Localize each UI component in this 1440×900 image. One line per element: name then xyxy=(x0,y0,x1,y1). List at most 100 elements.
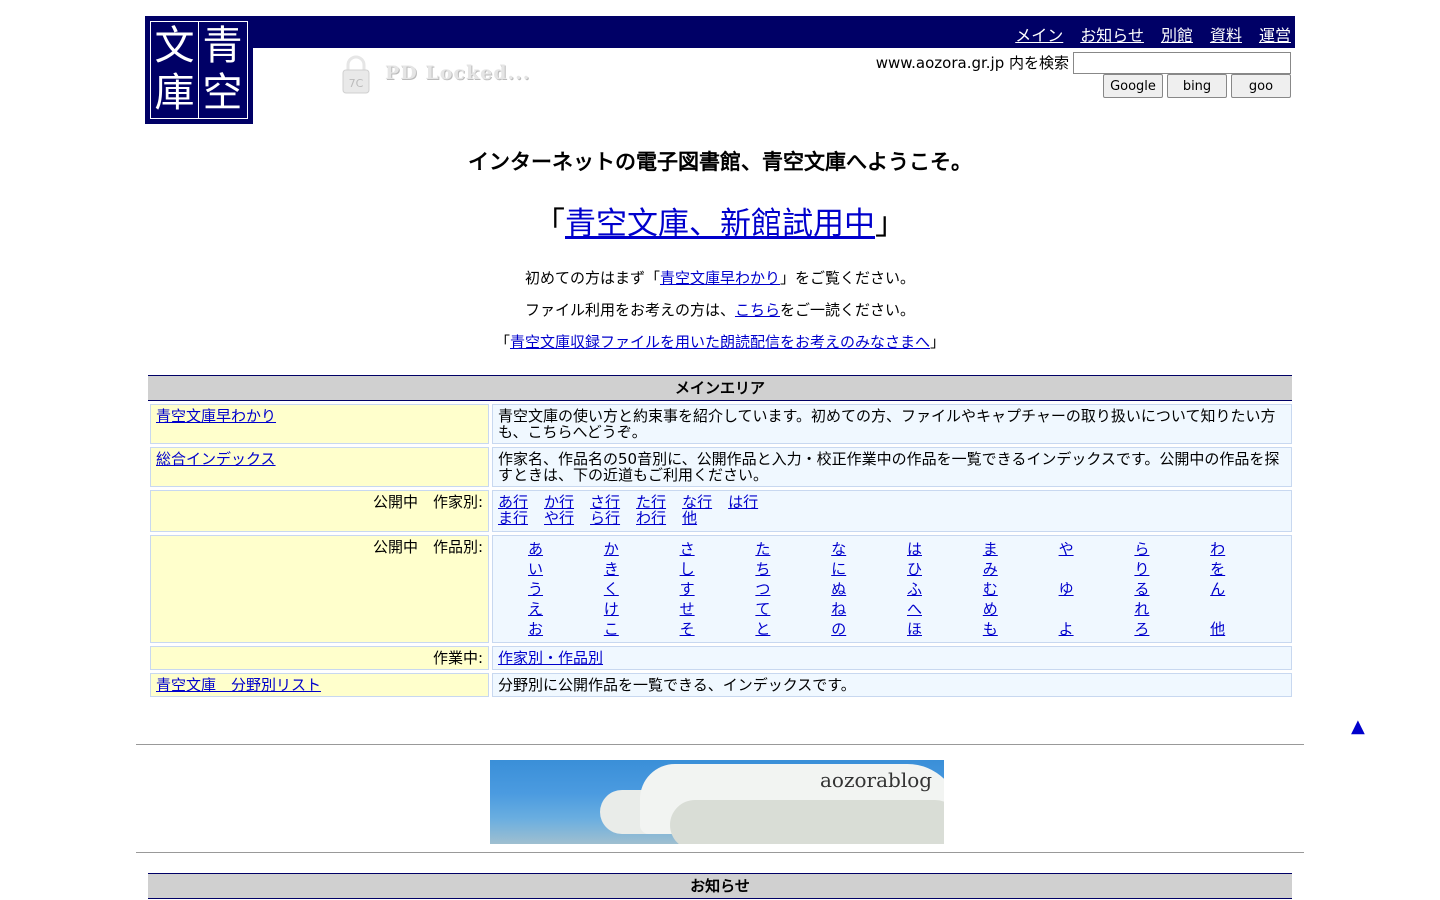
kana-link[interactable]: ま xyxy=(983,540,998,558)
kana-link[interactable]: ち xyxy=(755,560,770,578)
aozorablog-banner[interactable]: aozorablog xyxy=(490,760,944,844)
kana-link[interactable]: な xyxy=(831,540,846,558)
divider xyxy=(136,852,1304,853)
kana-link[interactable]: は xyxy=(907,540,922,558)
google-search-button[interactable]: Google xyxy=(1103,74,1163,98)
kana-cell: ふ xyxy=(907,579,983,599)
kana-link[interactable]: れ xyxy=(1134,600,1149,618)
logo-char: 文 xyxy=(154,23,195,69)
message-text: 」 xyxy=(930,333,946,351)
aozora-logo[interactable]: 青 文 空 庫 xyxy=(145,16,253,124)
file-usage-message: ファイル利用をお考えの方は、こちらをご一読ください。 xyxy=(0,299,1440,320)
hayawakari-row-link[interactable]: 青空文庫早わかり xyxy=(156,407,276,425)
kana-link[interactable]: さ xyxy=(680,540,695,558)
nav-link-resources[interactable]: 資料 xyxy=(1210,26,1242,45)
kana-link[interactable]: ろ xyxy=(1134,620,1149,638)
general-index-link[interactable]: 総合インデックス xyxy=(156,450,276,468)
kana-link[interactable]: へ xyxy=(907,600,922,618)
kana-link[interactable]: む xyxy=(983,580,998,598)
back-to-top-link[interactable]: ▲ xyxy=(1351,716,1365,737)
kana-link[interactable]: め xyxy=(983,600,998,618)
nav-link-news[interactable]: お知らせ xyxy=(1080,26,1144,45)
kana-link[interactable]: て xyxy=(755,600,770,618)
kana-link[interactable]: ら xyxy=(1134,540,1149,558)
author-row-ra[interactable]: ら行 xyxy=(590,509,620,527)
kana-link[interactable]: そ xyxy=(680,620,695,638)
kana-link[interactable]: も xyxy=(983,620,998,638)
pd-locked-badge: 7C PD Locked... xyxy=(337,52,547,100)
kana-link[interactable]: る xyxy=(1134,580,1149,598)
kana-link[interactable]: た xyxy=(755,540,770,558)
table-cell: 青空文庫早わかり xyxy=(150,404,489,444)
kana-link[interactable]: ゆ xyxy=(1059,580,1074,598)
file-usage-link[interactable]: こちら xyxy=(735,301,780,319)
authors-by-row: あ行 か行 さ行 た行 な行 は行 ま行 や行 ら行 わ行他 xyxy=(492,490,1292,532)
goo-search-button[interactable]: goo xyxy=(1231,74,1291,98)
kana-cell: そ xyxy=(680,619,756,639)
kana-link[interactable]: え xyxy=(528,600,543,618)
kana-link[interactable]: の xyxy=(831,620,846,638)
in-progress-link[interactable]: 作家別・作品別 xyxy=(498,649,603,667)
bracket-close: 」 xyxy=(875,206,906,242)
nav-link-operations[interactable]: 運営 xyxy=(1259,26,1291,45)
new-library-link[interactable]: 青空文庫、新館試用中 xyxy=(565,206,875,242)
kana-cell: あ xyxy=(528,539,604,559)
lock-icon: 7C xyxy=(342,55,370,94)
kana-cell: ほ xyxy=(907,619,983,639)
nav-link-main[interactable]: メイン xyxy=(1015,26,1063,45)
kana-link[interactable]: つ xyxy=(755,580,770,598)
new-library-notice: 「青空文庫、新館試用中」 xyxy=(0,198,1440,243)
table-cell: 総合インデックス xyxy=(150,447,489,487)
kana-link[interactable]: お xyxy=(528,620,543,638)
nav-link-annex[interactable]: 別館 xyxy=(1161,26,1193,45)
kana-link[interactable]: ん xyxy=(1210,580,1225,598)
kana-link[interactable]: か xyxy=(604,540,619,558)
kana-link[interactable]: き xyxy=(604,560,619,578)
kana-link[interactable]: わ xyxy=(1210,540,1225,558)
kana-cell: て xyxy=(755,599,831,619)
banner-title: aozorablog xyxy=(820,768,933,792)
kana-link[interactable]: う xyxy=(528,580,543,598)
author-row-ma[interactable]: ま行 xyxy=(498,509,528,527)
kana-link[interactable]: や xyxy=(1059,540,1074,558)
kana-link[interactable]: し xyxy=(680,560,695,578)
kana-cell: せ xyxy=(680,599,756,619)
kana-cell: い xyxy=(528,559,604,579)
welcome-heading: インターネットの電子図書館、青空文庫へようこそ。 xyxy=(468,150,972,174)
author-row-ha[interactable]: は行 xyxy=(728,493,758,511)
kana-link[interactable]: ひ xyxy=(907,560,922,578)
kana-link[interactable]: く xyxy=(604,580,619,598)
kana-link[interactable]: を xyxy=(1210,560,1225,578)
kana-link[interactable]: せ xyxy=(680,600,695,618)
kana-cell: え xyxy=(528,599,604,619)
kana-link[interactable]: い xyxy=(528,560,543,578)
nav-item: 別館 xyxy=(1161,22,1193,46)
reading-broadcast-link[interactable]: 青空文庫収録ファイルを用いた朗読配信をお考えのみなさまへ xyxy=(510,333,930,351)
kana-link[interactable]: み xyxy=(983,560,998,578)
cloud-shape xyxy=(670,800,944,844)
author-row-wa[interactable]: わ行 xyxy=(636,509,666,527)
kana-link[interactable]: ね xyxy=(831,600,846,618)
authors-line: あ行 か行 さ行 た行 な行 は行 xyxy=(498,494,1286,510)
kana-link[interactable]: ぬ xyxy=(831,580,846,598)
author-row-ya[interactable]: や行 xyxy=(544,509,574,527)
kana-link[interactable]: 他 xyxy=(1210,620,1225,638)
hayawakari-link[interactable]: 青空文庫早わかり xyxy=(660,269,780,287)
kana-link[interactable]: と xyxy=(755,620,770,638)
nav-list: メイン お知らせ 別館 資料 運営 xyxy=(1015,22,1291,46)
kana-cell xyxy=(1059,559,1135,579)
search-input[interactable] xyxy=(1073,52,1291,74)
author-row-other[interactable]: 他 xyxy=(682,509,697,527)
logo-char: 青 xyxy=(202,23,243,69)
kana-link[interactable]: あ xyxy=(528,540,543,558)
kana-link[interactable]: こ xyxy=(604,620,619,638)
kana-link[interactable]: り xyxy=(1134,560,1149,578)
kana-link[interactable]: に xyxy=(831,560,846,578)
kana-link[interactable]: す xyxy=(680,580,695,598)
bing-search-button[interactable]: bing xyxy=(1167,74,1227,98)
kana-link[interactable]: ふ xyxy=(907,580,922,598)
genre-list-link[interactable]: 青空文庫 分野別リスト xyxy=(156,676,321,694)
kana-link[interactable]: け xyxy=(604,600,619,618)
kana-link[interactable]: よ xyxy=(1059,620,1074,638)
kana-link[interactable]: ほ xyxy=(907,620,922,638)
